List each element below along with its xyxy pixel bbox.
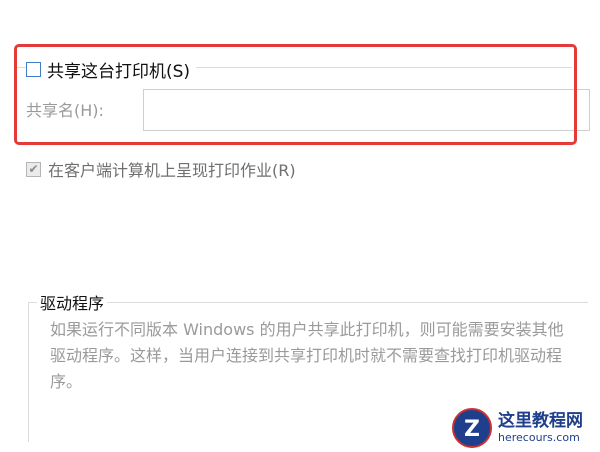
share-name-label: 共享名(H): — [26, 101, 104, 120]
watermark-title: 这里教程网 — [498, 411, 583, 431]
watermark-url: herecours.com — [498, 431, 580, 444]
checkmark-icon: ✔ — [28, 161, 39, 176]
share-name-input[interactable] — [143, 89, 590, 131]
watermark-logo-icon: Z — [452, 408, 492, 448]
share-printer-checkbox[interactable] — [26, 61, 41, 77]
render-jobs-checkbox[interactable]: ✔ — [26, 161, 41, 177]
driver-group-title: 驱动程序 — [37, 290, 108, 314]
share-printer-label: 共享这台打印机(S) — [47, 61, 191, 82]
driver-description: 如果运行不同版本 Windows 的用户共享此打印机，则可能需要安装其他驱动程序… — [50, 320, 564, 391]
render-jobs-label: 在客户端计算机上呈现打印作业(R) — [48, 161, 296, 180]
site-watermark: Z 这里教程网 herecours.com — [452, 408, 583, 448]
render-jobs-row[interactable]: ✔ 在客户端计算机上呈现打印作业(R) — [26, 157, 296, 181]
share-printer-row[interactable]: 共享这台打印机(S) — [26, 57, 197, 82]
